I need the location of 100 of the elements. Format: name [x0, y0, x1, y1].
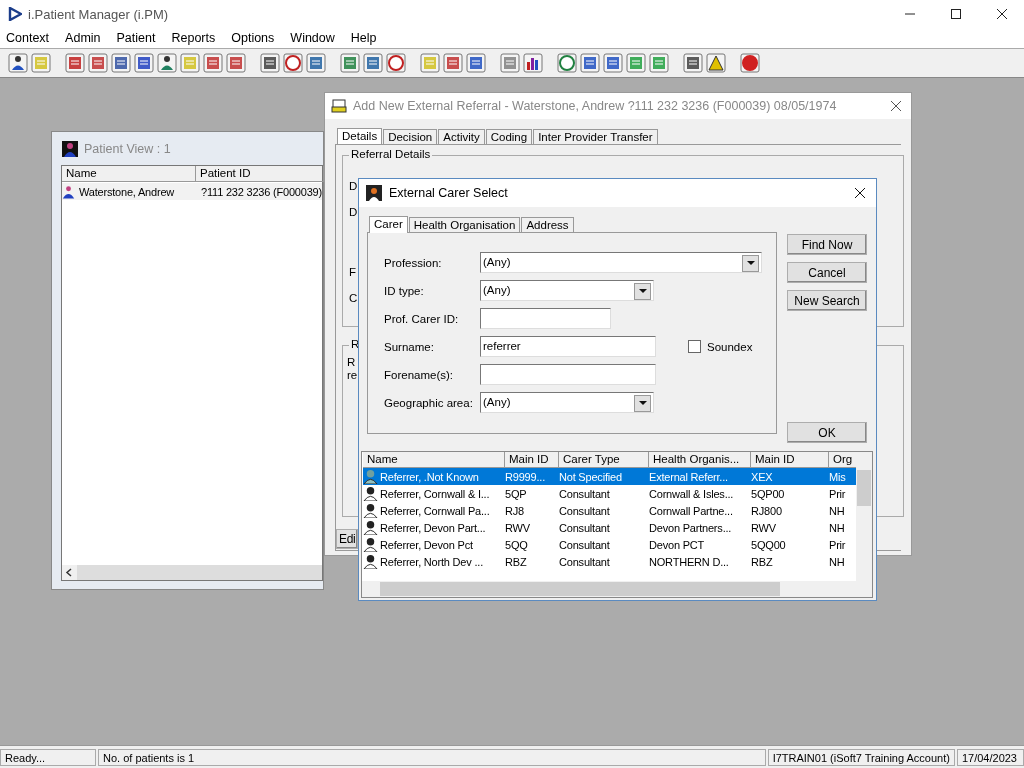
- dialog-button[interactable]: New Search: [787, 290, 867, 311]
- table-cell-text: Not Specified: [558, 470, 623, 483]
- table-cell-text: Referrer, Devon Part...: [379, 521, 487, 534]
- table-cell-text: R9999...: [504, 470, 546, 483]
- table-cell-text: 5QQ00: [750, 538, 787, 551]
- status-text: 17/04/2023: [956, 748, 1024, 766]
- field-label: Geographic area:: [384, 396, 474, 409]
- field-label: ID type:: [384, 284, 425, 297]
- maximize-icon[interactable]: [950, 8, 962, 20]
- table-cell-text: NH: [828, 521, 846, 534]
- result-row[interactable]: Referrer, North Dev ... RBZ Consultant NORTHERN D... RBZ NH: [363, 553, 856, 570]
- input-field[interactable]: [480, 364, 656, 385]
- result-row[interactable]: Referrer, Devon Part... RWV Consultant Devon Partners... RWV NH: [363, 519, 856, 536]
- dropdown-field[interactable]: (Any): [480, 252, 762, 273]
- field-label: D: [349, 206, 358, 218]
- dropdown-field[interactable]: (Any): [480, 392, 654, 413]
- table-cell-text: Referrer, Cornwall & I...: [379, 487, 491, 500]
- horizontal-scrollbar[interactable]: [362, 581, 872, 597]
- menu-item[interactable]: Options: [231, 31, 275, 45]
- table-cell-text: NH: [828, 555, 846, 568]
- tab[interactable]: Address: [521, 217, 574, 232]
- table-cell-text: Referrer, North Dev ...: [379, 555, 484, 568]
- menu-item[interactable]: Admin: [65, 31, 101, 45]
- edit-button[interactable]: Edi: [336, 529, 358, 549]
- table-cell-text: Devon Partners...: [648, 521, 733, 534]
- tab[interactable]: Carer: [369, 216, 408, 233]
- tab[interactable]: Activity: [438, 129, 485, 144]
- table-cell-text: Devon PCT: [648, 538, 706, 551]
- person-icon: [363, 469, 378, 484]
- horizontal-scrollbar[interactable]: [62, 565, 322, 580]
- table-cell-text: 5QP: [504, 487, 528, 500]
- tab[interactable]: Inter Provider Transfer: [533, 129, 658, 144]
- result-row[interactable]: Referrer, .Not Known R9999... Not Specified External Referr... XEX Mis: [363, 468, 856, 485]
- person-icon: [366, 185, 382, 201]
- table-cell-text: Mis: [828, 470, 847, 483]
- person-icon: [62, 183, 75, 200]
- table-cell-text: Consultant: [558, 521, 611, 534]
- input-field[interactable]: referrer: [480, 336, 656, 357]
- patient-name[interactable]: Waterstone, Andrew: [75, 185, 197, 198]
- table-cell-text: Consultant: [558, 487, 611, 500]
- menu-item[interactable]: Patient: [116, 31, 156, 45]
- menu-item[interactable]: Window: [290, 31, 335, 45]
- table-cell-text: XEX: [750, 470, 774, 483]
- table-cell-text: Prir: [828, 487, 847, 500]
- close-icon[interactable]: [890, 100, 902, 112]
- status-text: No. of patients is 1: [98, 748, 766, 766]
- dialog-button[interactable]: Cancel: [787, 262, 867, 283]
- tab[interactable]: Coding: [485, 129, 533, 144]
- window-title: Patient View : 1: [84, 142, 171, 156]
- menu-item[interactable]: Context: [6, 31, 50, 45]
- table-cell-text: NH: [828, 504, 846, 517]
- caret-icon: [638, 289, 647, 294]
- result-row[interactable]: Referrer, Cornwall & I... 5QP Consultant Cornwall & Isles... 5QP00 Prir: [363, 485, 856, 502]
- table-cell-text: 5QQ: [504, 538, 529, 551]
- window-title: Add New External Referral - Waterstone, Andrew ?111 232 3236 (F000039) 08/05/1974: [353, 99, 837, 113]
- field-label: Forename(s):: [384, 368, 455, 381]
- close-icon[interactable]: [854, 187, 866, 199]
- close-icon[interactable]: [996, 8, 1008, 20]
- table-cell-text: Consultant: [558, 555, 611, 568]
- table-cell-text: Prir: [828, 538, 847, 551]
- dropdown-field[interactable]: (Any): [480, 280, 654, 301]
- warning-icon[interactable]: [706, 53, 726, 73]
- field-label: Prof. Carer ID:: [384, 312, 460, 325]
- field-label: F: [349, 266, 357, 278]
- field-label: C: [349, 292, 358, 304]
- table-cell-text: Cornwall Partne...: [648, 504, 734, 517]
- field-label: Surname:: [384, 340, 435, 353]
- person-icon: [62, 141, 78, 157]
- table-cell-text: RJ8: [504, 504, 525, 517]
- result-row[interactable]: Referrer, Cornwall Pa... RJ8 Consultant Cornwall Partne... RJ800 NH: [363, 502, 856, 519]
- field-label: Profession:: [384, 256, 443, 269]
- table-cell-text: Cornwall & Isles...: [648, 487, 735, 500]
- dialog-title: External Carer Select: [389, 186, 508, 200]
- bar-chart-icon[interactable]: [523, 53, 543, 73]
- scroll-left-icon[interactable]: [62, 565, 77, 580]
- result-row[interactable]: Referrer, Devon Pct 5QQ Consultant Devon PCT 5QQ00 Prir: [363, 536, 856, 553]
- table-cell-text: External Referr...: [648, 470, 729, 483]
- menu-item[interactable]: Help: [350, 31, 377, 45]
- table-cell-text: Referrer, Cornwall Pa...: [379, 504, 491, 517]
- checkbox[interactable]: [688, 340, 701, 353]
- table-cell-text: RJ800: [750, 504, 783, 517]
- ok-button[interactable]: OK: [787, 422, 867, 443]
- caret-icon: [746, 261, 755, 266]
- tab[interactable]: Health Organisation: [408, 217, 521, 232]
- person-icon[interactable]: [157, 53, 177, 73]
- table-cell-text: 5QP00: [750, 487, 786, 500]
- description-text: re: [347, 369, 358, 381]
- window-title: i.Patient Manager (i.PM): [28, 6, 169, 22]
- tab[interactable]: Decision: [383, 129, 438, 144]
- description-text: R: [347, 356, 356, 368]
- person-icon[interactable]: [8, 53, 28, 73]
- group-label: Referral Details: [349, 148, 433, 160]
- menu-item[interactable]: Reports: [171, 31, 216, 45]
- input-field[interactable]: [480, 308, 611, 329]
- column-header[interactable]: Name: [62, 166, 196, 182]
- dialog-button[interactable]: Find Now: [787, 234, 867, 255]
- table-cell-text: NORTHERN D...: [648, 555, 730, 568]
- vertical-scrollbar[interactable]: [856, 452, 872, 581]
- patient-id[interactable]: ?111 232 3236 (F000039): [197, 185, 322, 198]
- checkbox-label: Soundex: [707, 340, 753, 353]
